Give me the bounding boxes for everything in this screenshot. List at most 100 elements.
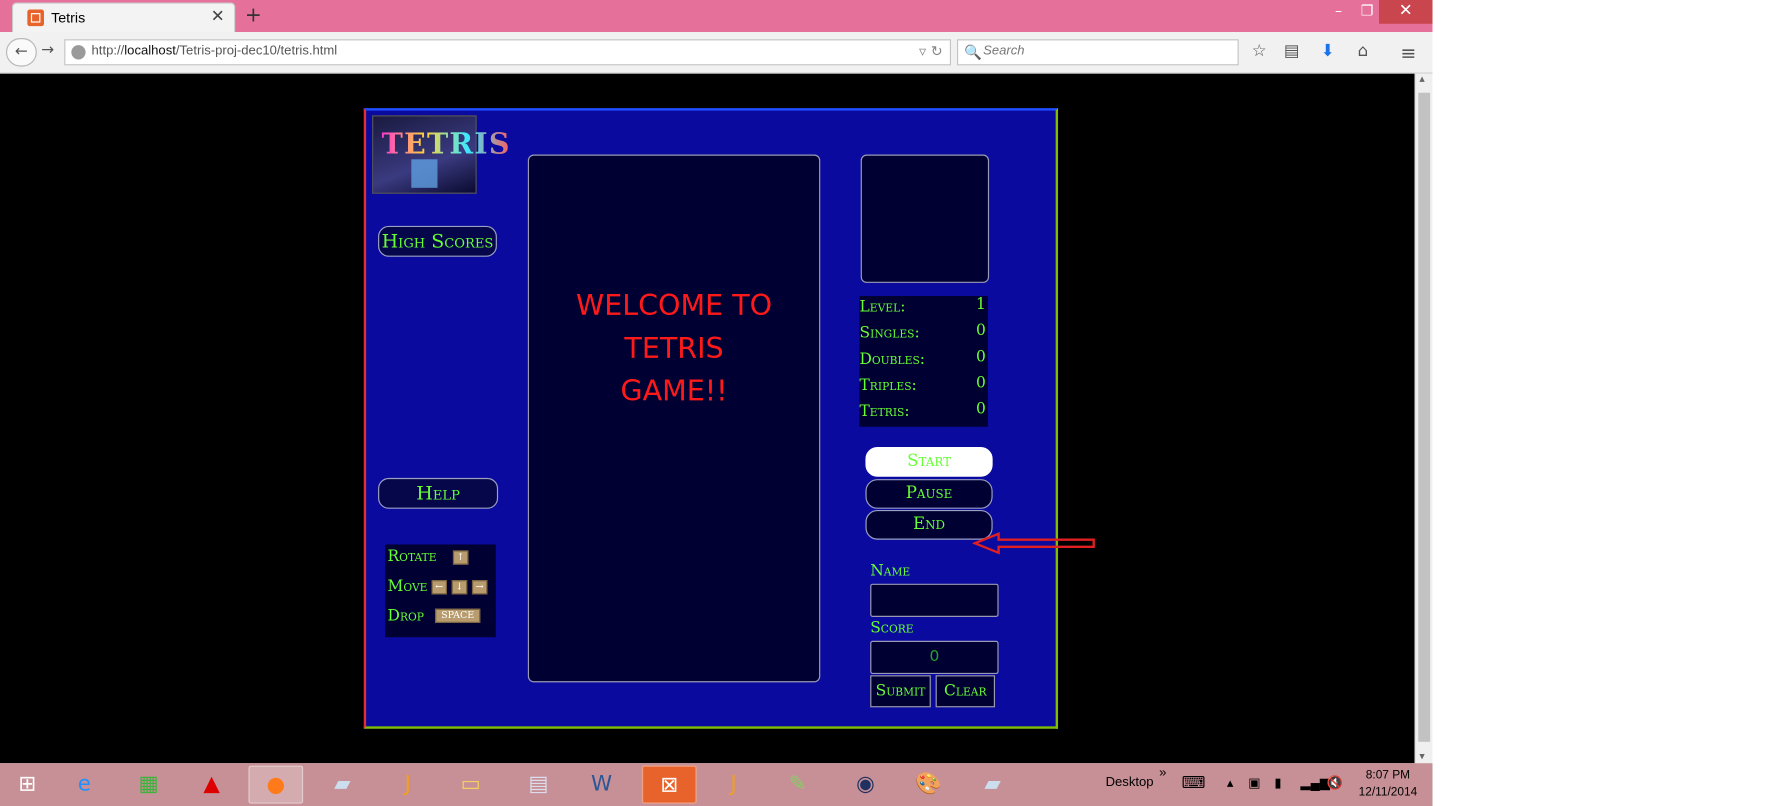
bookmark-star-icon[interactable]: ☆ [1252,42,1267,61]
space-key-icon: SPACE [435,608,481,623]
left-arrow-key-icon: ← [431,580,447,595]
high-scores-button[interactable]: High Scores [378,225,497,257]
scroll-up-icon[interactable]: ▴ [1419,74,1424,86]
app-icon-1[interactable]: ▰ [315,766,370,804]
stat-row-doubles: Doubles: 0 [860,348,986,374]
vertical-scrollbar[interactable]: ▴ ▾ [1414,73,1433,764]
browser-title-bar: Tetris ✕ + – ❐ ✕ [0,0,1433,33]
search-icon: 🔍 [964,43,982,61]
annotation-arrow-icon [972,532,1095,555]
reload-icon[interactable]: ▿ ↻ [919,43,943,60]
notepad-icon[interactable]: ✎ [770,766,825,804]
game-board[interactable]: WELCOME TO TETRIS GAME!! [527,154,821,683]
stat-label: Doubles: [859,350,925,369]
control-label: Rotate [387,548,437,566]
minimize-icon[interactable]: – [1324,0,1353,24]
score-label: Score [870,619,914,638]
jedit-icon-2[interactable]: J [706,766,761,804]
tetris-logo: TETRIS [372,115,509,194]
desktop-toolbar-label[interactable]: Desktop [1106,775,1154,789]
xampp-icon[interactable]: ⊠ [641,765,697,804]
help-button[interactable]: Help [378,477,499,509]
down-arrow-key-icon: ↓ [451,580,468,595]
controls-legend: Rotate ↑ Move ← ↓ → Drop SPACE [385,544,496,638]
chevron-icon[interactable]: » [1159,766,1166,780]
screen: Tetris ✕ + – ❐ ✕ ← → http://localhost/Te… [0,0,1433,806]
network-icon[interactable]: ▂▄▆ [1301,775,1330,790]
navigation-bar: ← → http://localhost/Tetris-proj-dec10/t… [0,32,1433,74]
scroll-down-icon[interactable]: ▾ [1419,751,1424,763]
file-explorer-icon[interactable]: ▭ [443,766,498,804]
stat-value: 0 [976,348,986,367]
tab-close-icon[interactable]: ✕ [211,7,225,26]
word-icon[interactable]: W [574,766,629,804]
new-tab-icon[interactable]: + [245,4,262,28]
stat-value: 0 [976,400,986,419]
name-label: Name [870,562,911,581]
app-icon-2[interactable]: ▰ [965,766,1020,804]
volume-muted-icon[interactable]: 🔇 [1327,775,1343,790]
stat-row-singles: Singles: 0 [860,322,986,348]
browser-tab[interactable]: Tetris ✕ [11,2,236,33]
clock-time: 8:07 PM [1365,769,1411,783]
page-viewport: TETRIS High Scores Help Rotate ↑ Move ← … [0,73,1415,764]
search-placeholder: Search [983,43,1025,59]
stat-row-triples: Triples: 0 [860,374,986,400]
right-arrow-key-icon: → [471,580,488,595]
eclipse-icon[interactable]: ◉ [838,766,893,804]
acrobat-icon[interactable]: ▲ [184,766,239,804]
action-center-icon[interactable]: ▣ [1248,775,1260,790]
start-button[interactable]: Start [865,446,993,477]
tab-title: Tetris [51,9,86,27]
jedit-icon[interactable]: J [380,766,435,804]
search-bar[interactable]: 🔍 Search [956,39,1239,66]
stat-value: 0 [976,322,986,340]
pause-button[interactable]: Pause [865,479,993,509]
url-bar[interactable]: http://localhost/Tetris-proj-dec10/tetri… [64,39,952,66]
logo-t-block [411,159,438,188]
download-icon[interactable]: ⬇ [1321,42,1335,61]
paint-icon[interactable]: 🎨 [901,766,956,804]
reading-list-icon[interactable]: ▤ [1284,42,1300,61]
scrollbar-thumb[interactable] [1418,92,1431,742]
stat-value: 0 [976,374,986,393]
windows-store-icon[interactable]: ▦ [121,766,176,804]
clock-date: 12/11/2014 [1358,785,1418,799]
restore-icon[interactable]: ❐ [1353,0,1382,24]
internet-explorer-icon[interactable]: e [57,766,112,804]
window-close-icon[interactable]: ✕ [1379,0,1433,24]
forward-icon[interactable]: → [36,38,60,67]
power-icon[interactable]: ▮ [1274,775,1281,790]
clear-button[interactable]: Clear [935,675,996,708]
control-label: Move [387,577,428,596]
next-piece-preview [860,154,990,283]
system-clock[interactable]: 8:07 PM 12/11/2014 [1355,768,1420,801]
control-row-move: Move ← ↓ → [387,577,488,596]
back-icon[interactable]: ← [5,38,37,67]
up-arrow-key-icon: ↑ [452,550,469,565]
stat-label: Level: [859,298,906,317]
stat-label: Tetris: [859,403,910,421]
stat-row-tetris: Tetris: 0 [860,401,986,427]
home-icon[interactable]: ⌂ [1358,42,1369,61]
logo-text: TETRIS [381,126,511,161]
site-info-icon[interactable] [71,45,86,60]
windows-start-icon[interactable]: ⊞ [0,766,55,804]
xampp-favicon-icon [27,9,44,27]
stat-label: Triples: [859,376,917,395]
stats-panel: Level: 1 Singles: 0 Doubles: 0 Triples: … [859,296,988,427]
menu-icon[interactable]: ≡ [1400,42,1416,65]
url-text: http://localhost/Tetris-proj-dec10/tetri… [91,43,338,59]
stat-label: Singles: [859,324,920,343]
tray-expand-icon[interactable]: ▴ [1227,775,1234,790]
calculator-icon[interactable]: ▤ [511,766,566,804]
game-container: TETRIS High Scores Help Rotate ↑ Move ← … [363,108,1059,729]
stat-row-level: Level: 1 [860,296,986,322]
keyboard-icon[interactable]: ⌨ [1182,773,1206,793]
name-field[interactable] [870,583,999,617]
submit-button[interactable]: Submit [870,675,931,708]
control-row-rotate: Rotate ↑ [387,548,469,566]
score-field[interactable]: 0 [870,640,999,675]
stat-value: 1 [976,296,986,314]
firefox-icon[interactable]: ● [248,765,304,804]
